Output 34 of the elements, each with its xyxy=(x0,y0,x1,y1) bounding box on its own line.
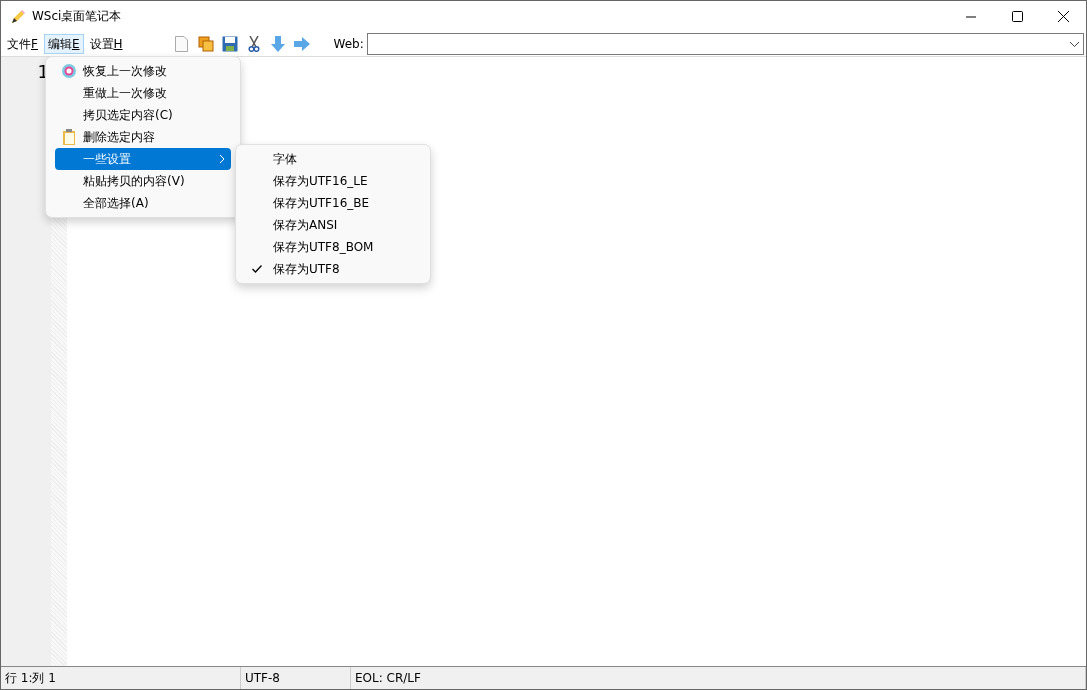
menu-item[interactable]: 恢复上一次修改 xyxy=(55,60,231,82)
refresh-icon xyxy=(61,63,77,79)
chevron-down-icon xyxy=(1070,41,1079,47)
new-file-icon[interactable] xyxy=(172,35,191,53)
clipboard-icon xyxy=(62,129,76,145)
status-text: EOL: CR/LF xyxy=(351,667,1086,689)
copy-icon[interactable] xyxy=(196,35,215,53)
menu-item[interactable]: 保存为ANSI xyxy=(240,214,426,236)
save-icon[interactable] xyxy=(220,35,239,53)
status-text: 行 1:列 1 xyxy=(1,667,241,689)
pencil-icon xyxy=(10,8,26,25)
close-icon xyxy=(1057,11,1069,22)
down-arrow-icon[interactable] xyxy=(268,35,287,53)
menu-item[interactable]: 粘贴拷贝的内容(V) xyxy=(55,170,231,192)
menu-item[interactable]: 拷贝选定内容(C) xyxy=(55,104,231,126)
maximize-icon xyxy=(1011,11,1023,22)
web-combo-box[interactable] xyxy=(366,33,1084,55)
menu-item[interactable]: 全部选择(A) xyxy=(55,192,231,214)
menu-item[interactable]: 保存为UTF8 xyxy=(240,258,426,280)
menu-item[interactable]: 设置H xyxy=(85,34,127,54)
menu-item[interactable]: 重做上一次修改 xyxy=(55,82,231,104)
menu-item[interactable]: 保存为UTF16_LE xyxy=(240,170,426,192)
menu-item[interactable]: 编辑E xyxy=(43,34,84,54)
menu-item[interactable]: 字体 xyxy=(240,148,426,170)
menu-item[interactable]: 删除选定内容 xyxy=(55,126,231,148)
menu-item[interactable]: 文件F xyxy=(3,34,42,54)
web-label: Web: xyxy=(333,37,364,51)
status-text: UTF-8 xyxy=(241,667,351,689)
chevron-right-icon xyxy=(220,155,225,163)
window-title: WSci桌面笔记本 xyxy=(32,8,122,25)
menu-item[interactable]: 保存为UTF16_BE xyxy=(240,192,426,214)
right-arrow-icon[interactable] xyxy=(292,35,311,53)
menu-item[interactable]: 一些设置 xyxy=(55,148,231,170)
menu-item[interactable]: 保存为UTF8_BOM xyxy=(240,236,426,258)
